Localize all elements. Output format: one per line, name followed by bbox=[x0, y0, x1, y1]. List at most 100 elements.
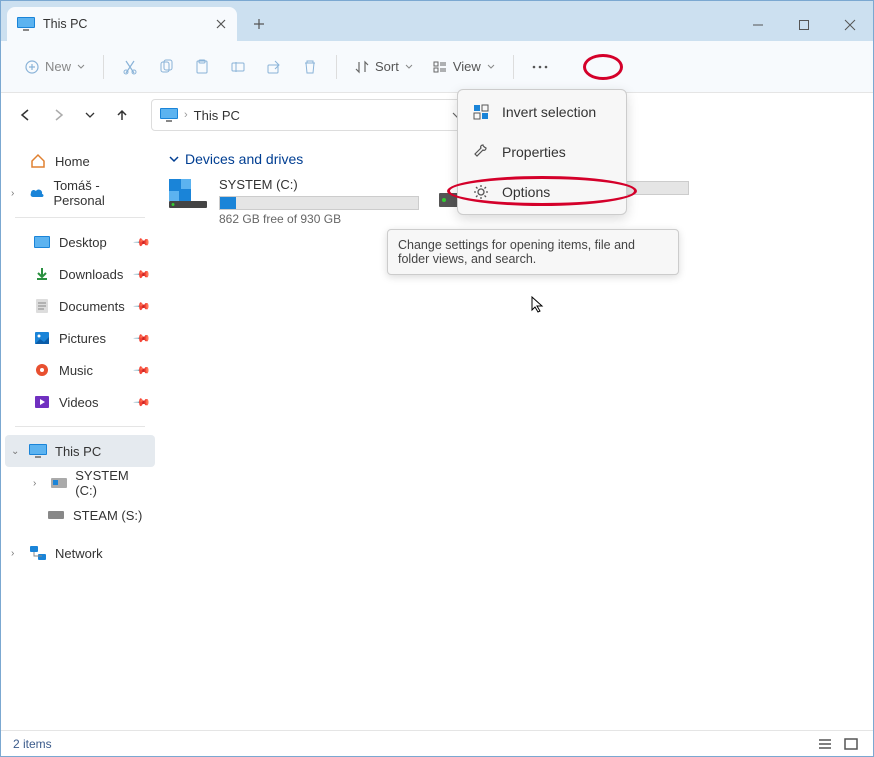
chevron-right-icon: › bbox=[184, 109, 188, 121]
chevron-down-icon bbox=[77, 64, 85, 69]
delete-button[interactable] bbox=[294, 49, 326, 85]
chevron-down-icon bbox=[169, 154, 179, 164]
section-title: Devices and drives bbox=[185, 151, 303, 167]
paste-button[interactable] bbox=[186, 49, 218, 85]
chevron-right-icon[interactable]: › bbox=[11, 548, 21, 559]
drive-usage-bar bbox=[219, 196, 419, 210]
sidebar-item-music[interactable]: Music 📌 bbox=[5, 354, 155, 386]
sidebar-label: Tomáš - Personal bbox=[53, 178, 149, 208]
trash-icon bbox=[302, 59, 318, 75]
more-menu: Invert selection Properties Options bbox=[457, 89, 627, 215]
chevron-down-icon bbox=[405, 64, 413, 69]
download-icon bbox=[33, 267, 51, 281]
tab-close-button[interactable] bbox=[215, 18, 227, 30]
sidebar-item-documents[interactable]: Documents 📌 bbox=[5, 290, 155, 322]
status-count: 2 items bbox=[13, 737, 52, 751]
tab-this-pc[interactable]: This PC bbox=[7, 7, 237, 41]
sidebar-item-this-pc[interactable]: ⌄ This PC bbox=[5, 435, 155, 467]
plus-circle-icon bbox=[25, 60, 39, 74]
chevron-right-icon[interactable]: › bbox=[11, 188, 20, 199]
sidebar-item-videos[interactable]: Videos 📌 bbox=[5, 386, 155, 418]
rename-icon bbox=[230, 59, 246, 75]
new-tab-button[interactable] bbox=[243, 7, 275, 41]
body: Home › Tomáš - Personal Desktop 📌 Downlo… bbox=[1, 137, 873, 730]
drive-icon bbox=[50, 478, 67, 488]
maximize-button[interactable] bbox=[781, 9, 827, 41]
back-button[interactable] bbox=[11, 100, 41, 130]
more-button[interactable] bbox=[524, 49, 556, 85]
sidebar-item-pictures[interactable]: Pictures 📌 bbox=[5, 322, 155, 354]
new-button[interactable]: New bbox=[17, 49, 93, 85]
menu-label: Invert selection bbox=[502, 104, 596, 120]
copy-icon bbox=[158, 59, 174, 75]
invert-icon bbox=[472, 104, 490, 120]
chevron-down-icon bbox=[487, 64, 495, 69]
sidebar-item-network[interactable]: › Network bbox=[5, 537, 155, 569]
close-window-button[interactable] bbox=[827, 9, 873, 41]
sidebar-item-home[interactable]: Home bbox=[5, 145, 155, 177]
pin-icon: 📌 bbox=[133, 265, 152, 284]
forward-button[interactable] bbox=[43, 100, 73, 130]
sidebar-item-downloads[interactable]: Downloads 📌 bbox=[5, 258, 155, 290]
rename-button[interactable] bbox=[222, 49, 254, 85]
minimize-button[interactable] bbox=[735, 9, 781, 41]
sort-icon bbox=[355, 60, 369, 74]
more-icon bbox=[532, 65, 548, 69]
cut-icon bbox=[122, 59, 138, 75]
drive-free-text: 862 GB free of 930 GB bbox=[219, 212, 419, 226]
menu-label: Properties bbox=[502, 144, 566, 160]
options-tooltip: Change settings for opening items, file … bbox=[387, 229, 679, 275]
tooltip-text: Change settings for opening items, file … bbox=[398, 238, 635, 266]
pin-icon: 📌 bbox=[133, 393, 152, 412]
sidebar: Home › Tomáš - Personal Desktop 📌 Downlo… bbox=[1, 137, 159, 730]
drive-name: SYSTEM (C:) bbox=[219, 177, 419, 192]
paste-icon bbox=[194, 59, 210, 75]
desktop-icon bbox=[33, 236, 51, 248]
sidebar-label: Network bbox=[55, 546, 103, 561]
icons-view-button[interactable] bbox=[841, 735, 861, 753]
sidebar-label: Music bbox=[59, 363, 93, 378]
cloud-icon bbox=[28, 187, 45, 199]
sidebar-label: Home bbox=[55, 154, 90, 169]
monitor-icon bbox=[29, 444, 47, 458]
recent-button[interactable] bbox=[75, 100, 105, 130]
menu-item-properties[interactable]: Properties bbox=[458, 132, 626, 172]
share-button[interactable] bbox=[258, 49, 290, 85]
gear-icon bbox=[472, 184, 490, 200]
home-icon bbox=[29, 153, 47, 169]
sort-label: Sort bbox=[375, 59, 399, 74]
menu-label: Options bbox=[502, 184, 550, 200]
sidebar-item-drive-s[interactable]: STEAM (S:) bbox=[5, 499, 155, 531]
nav-row: › This PC bbox=[1, 93, 873, 137]
sidebar-item-drive-c[interactable]: › SYSTEM (C:) bbox=[5, 467, 155, 499]
copy-button[interactable] bbox=[150, 49, 182, 85]
drive-item[interactable]: SYSTEM (C:) 862 GB free of 930 GB bbox=[169, 177, 419, 226]
sidebar-label: Videos bbox=[59, 395, 99, 410]
share-icon bbox=[266, 59, 282, 75]
sidebar-label: Pictures bbox=[59, 331, 106, 346]
address-bar[interactable]: › This PC bbox=[151, 99, 471, 131]
tab-title: This PC bbox=[43, 17, 215, 31]
sidebar-label: This PC bbox=[55, 444, 101, 459]
menu-item-invert-selection[interactable]: Invert selection bbox=[458, 92, 626, 132]
chevron-down-icon[interactable]: ⌄ bbox=[11, 446, 21, 457]
sort-button[interactable]: Sort bbox=[347, 49, 421, 85]
toolbar: New Sort View bbox=[1, 41, 873, 93]
sidebar-label: Documents bbox=[59, 299, 125, 314]
picture-icon bbox=[33, 332, 51, 344]
sidebar-label: SYSTEM (C:) bbox=[75, 468, 149, 498]
address-segment[interactable]: This PC bbox=[194, 108, 240, 123]
view-button[interactable]: View bbox=[425, 49, 503, 85]
details-view-button[interactable] bbox=[815, 735, 835, 753]
up-button[interactable] bbox=[107, 100, 137, 130]
pin-icon: 📌 bbox=[133, 233, 152, 252]
cut-button[interactable] bbox=[114, 49, 146, 85]
pin-icon: 📌 bbox=[133, 361, 152, 380]
menu-item-options[interactable]: Options bbox=[458, 172, 626, 212]
content: Devices and drives SYSTEM (C:) 862 GB fr… bbox=[159, 137, 873, 730]
sidebar-item-desktop[interactable]: Desktop 📌 bbox=[5, 226, 155, 258]
sidebar-item-personal[interactable]: › Tomáš - Personal bbox=[5, 177, 155, 209]
view-label: View bbox=[453, 59, 481, 74]
music-icon bbox=[33, 363, 51, 377]
chevron-right-icon[interactable]: › bbox=[33, 478, 42, 489]
